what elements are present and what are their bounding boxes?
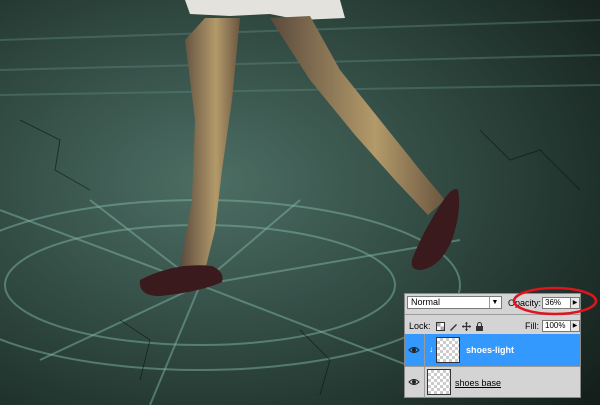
fill-field[interactable]: 100% — [542, 320, 572, 332]
lock-transparent-pixels-icon[interactable] — [436, 322, 445, 331]
layer-row-shoes-light[interactable]: ↓ shoes-light — [405, 334, 580, 366]
layer-thumbnail — [436, 337, 460, 363]
lock-label: Lock: — [409, 321, 431, 331]
lock-position-icon[interactable] — [462, 322, 471, 331]
chevron-down-icon: ▼ — [489, 297, 500, 308]
annotation-circle — [512, 286, 598, 316]
fill-label: Fill: — [525, 321, 539, 331]
layer-row-shoes-base[interactable]: shoes base — [405, 366, 580, 398]
clipping-mask-arrow-icon: ↓ — [429, 344, 434, 354]
layer-name: shoes-light — [466, 345, 515, 355]
eye-icon[interactable] — [408, 344, 420, 356]
layer-name: shoes base — [455, 378, 502, 388]
blend-mode-value: Normal — [411, 297, 441, 307]
panel-divider — [424, 334, 425, 366]
eye-icon[interactable] — [408, 376, 420, 388]
lock-all-icon[interactable] — [475, 322, 484, 331]
panel-divider — [424, 366, 425, 398]
blend-mode-select[interactable]: Normal ▼ — [407, 296, 502, 309]
fill-slider-arrow-icon[interactable]: ▶ — [570, 320, 580, 332]
lock-image-pixels-icon[interactable] — [449, 322, 458, 331]
layer-thumbnail — [427, 369, 451, 395]
